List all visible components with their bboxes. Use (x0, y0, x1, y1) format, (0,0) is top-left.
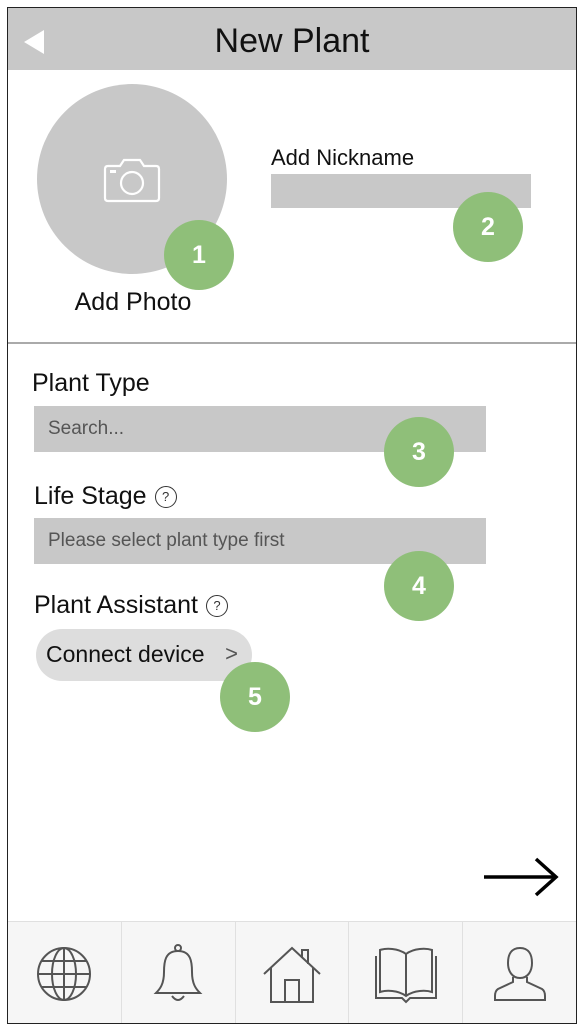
section-divider (8, 342, 576, 344)
step-badge-2: 2 (453, 192, 523, 262)
step-badge-4: 4 (384, 551, 454, 621)
tab-notifications[interactable] (122, 922, 236, 1023)
plant-assistant-label: Plant Assistant? (34, 591, 228, 620)
help-icon[interactable]: ? (154, 486, 177, 508)
chevron-right-icon: > (225, 641, 238, 666)
home-icon (263, 946, 321, 1003)
header-bar: New Plant (8, 8, 576, 70)
tab-explore[interactable] (8, 922, 122, 1023)
step-badge-3: 3 (384, 417, 454, 487)
tab-library[interactable] (349, 922, 464, 1023)
life-stage-label: Life Stage? (34, 482, 177, 511)
life-stage-label-text: Life Stage (34, 482, 147, 510)
connect-device-button[interactable]: Connect device > (36, 629, 252, 681)
bottom-tab-bar (8, 921, 576, 1023)
tab-profile[interactable] (463, 922, 576, 1023)
app-frame: New Plant Add Photo Add Nickname Plant T… (7, 7, 577, 1024)
page-title: New Plant (214, 22, 370, 60)
connect-device-label: Connect device (46, 641, 205, 667)
user-icon (493, 946, 546, 1001)
bell-icon (153, 943, 203, 1001)
plant-type-label: Plant Type (32, 369, 150, 397)
nickname-label: Add Nickname (271, 145, 415, 170)
plant-assistant-label-text: Plant Assistant (34, 591, 198, 619)
add-photo-label: Add Photo (74, 288, 192, 316)
step-badge-1: 1 (164, 220, 234, 290)
globe-icon (37, 946, 92, 1001)
right-arrow-icon[interactable] (482, 855, 560, 899)
tab-home[interactable] (236, 922, 350, 1023)
camera-icon (103, 158, 161, 203)
book-icon (374, 947, 437, 1003)
step-badge-5: 5 (220, 662, 290, 732)
help-icon[interactable]: ? (205, 595, 228, 617)
